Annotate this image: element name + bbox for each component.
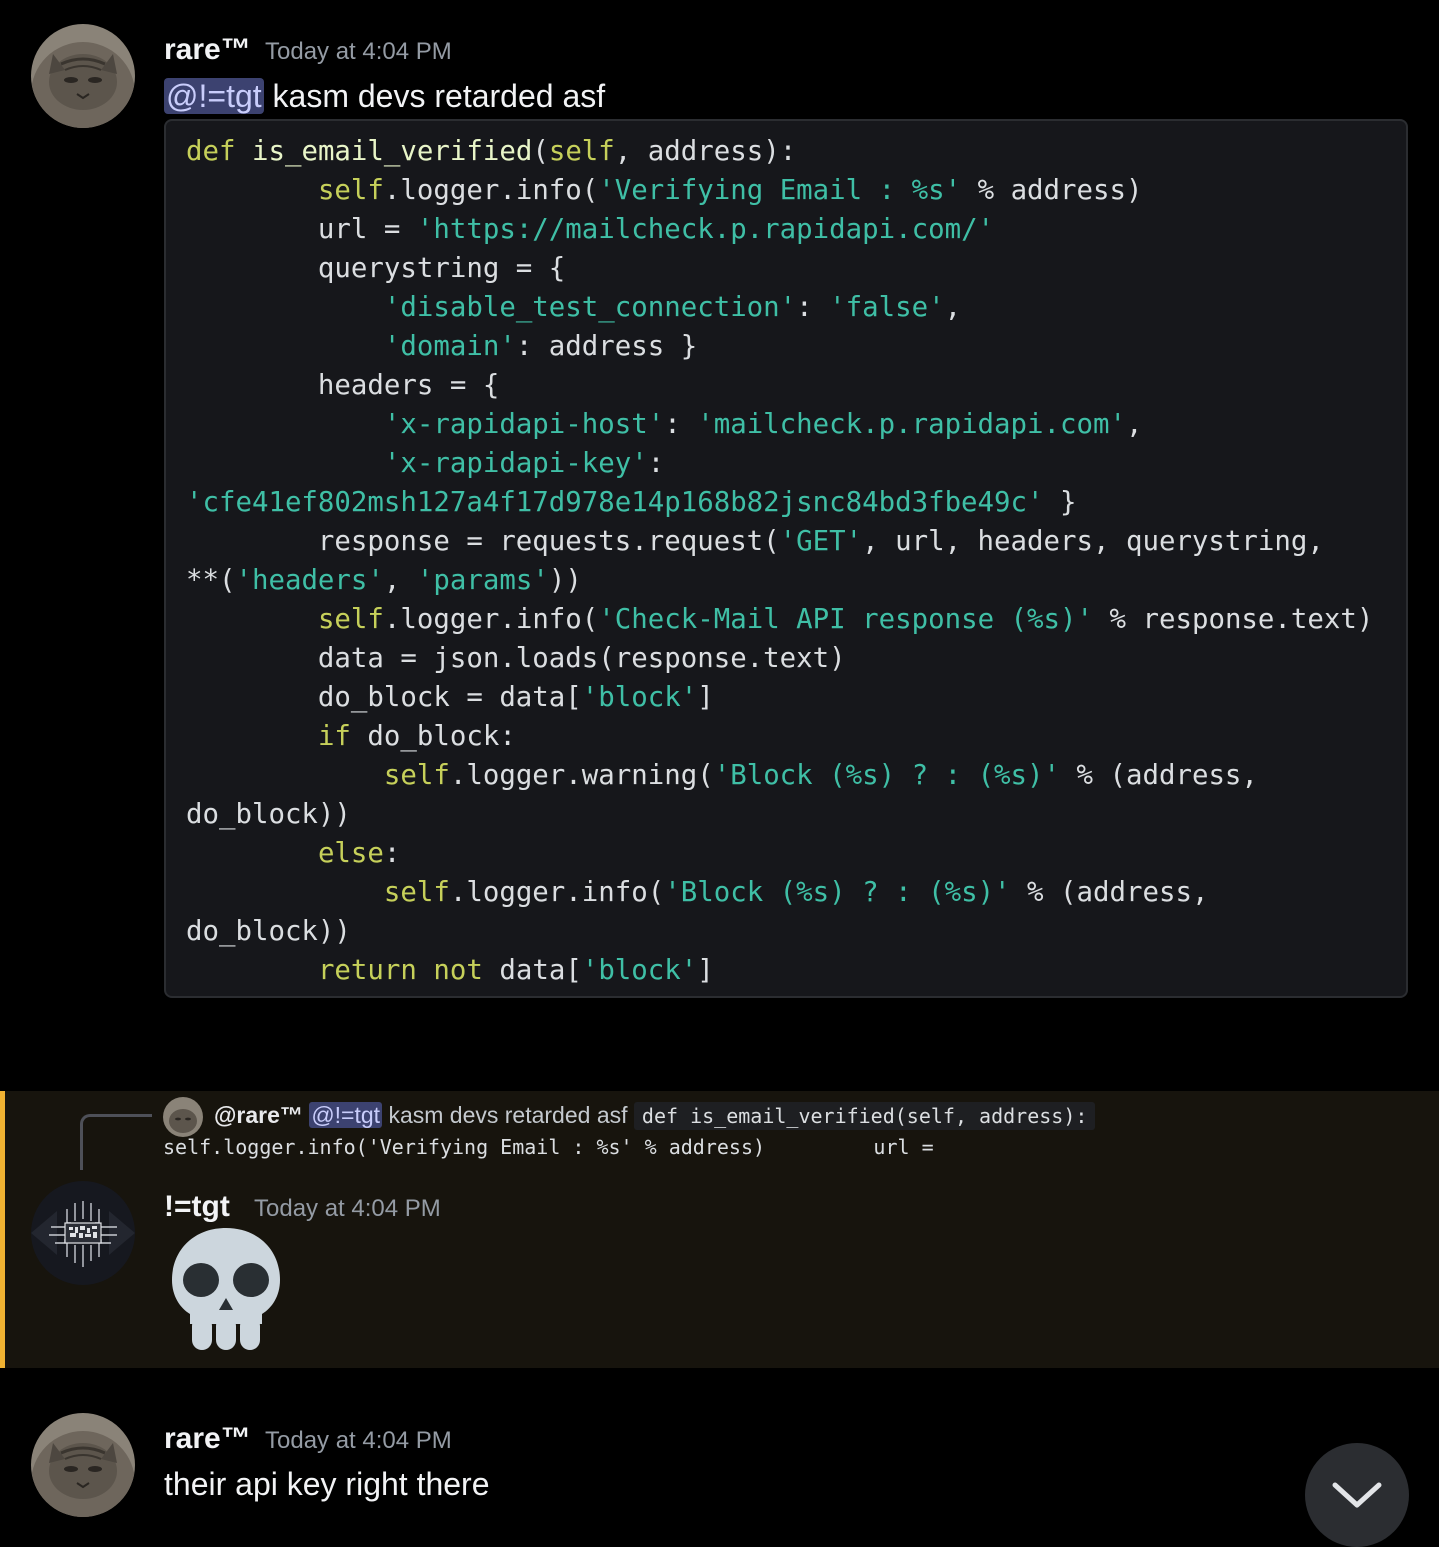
reply-author[interactable]: @rare™ (214, 1102, 303, 1128)
code-block: def is_email_verified(self, address): se… (164, 119, 1408, 998)
message-author[interactable]: rare™ (164, 33, 251, 67)
cat-avatar-image (31, 24, 135, 128)
user-mention[interactable]: @!=tgt (164, 78, 264, 114)
reply-code-preview-line2: self.logger.info('Verifying Email : %s' … (163, 1135, 934, 1159)
message-timestamp: Today at 4:04 PM (254, 1195, 441, 1222)
reply-text: kasm devs retarded asf (388, 1102, 628, 1128)
message-timestamp: Today at 4:04 PM (265, 38, 452, 65)
reply-avatar[interactable] (163, 1097, 203, 1137)
skull-icon (172, 1228, 280, 1350)
code-content: def is_email_verified(self, address): se… (186, 136, 1374, 986)
mention-indicator-bar (0, 1091, 5, 1368)
message-text: kasm devs retarded asf (263, 78, 606, 114)
jump-to-present-button[interactable] (1305, 1443, 1409, 1547)
reply-preview[interactable]: @rare™ @!=tgt kasm devs retarded asf def… (214, 1098, 1096, 1132)
avatar-rare[interactable] (31, 24, 135, 128)
avatar-tgt[interactable] (31, 1181, 135, 1285)
message-content: @!=tgt kasm devs retarded asf (164, 78, 605, 115)
cat-avatar-image (31, 1413, 135, 1517)
message-text: their api key right there (164, 1466, 490, 1502)
cat-avatar-image (163, 1097, 203, 1137)
skull-emoji (166, 1224, 286, 1354)
reply-mention[interactable]: @!=tgt (309, 1102, 383, 1128)
avatar-rare[interactable] (31, 1413, 135, 1517)
reply-code-preview: def is_email_verified(self, address): (633, 1102, 1096, 1130)
circuit-avatar-image (31, 1181, 135, 1285)
message-author[interactable]: rare™ (164, 1422, 251, 1456)
message-timestamp: Today at 4:04 PM (265, 1427, 452, 1454)
reply-spine (80, 1114, 152, 1170)
message-author[interactable]: !=tgt (164, 1190, 230, 1224)
chevron-down-icon (1332, 1482, 1382, 1508)
